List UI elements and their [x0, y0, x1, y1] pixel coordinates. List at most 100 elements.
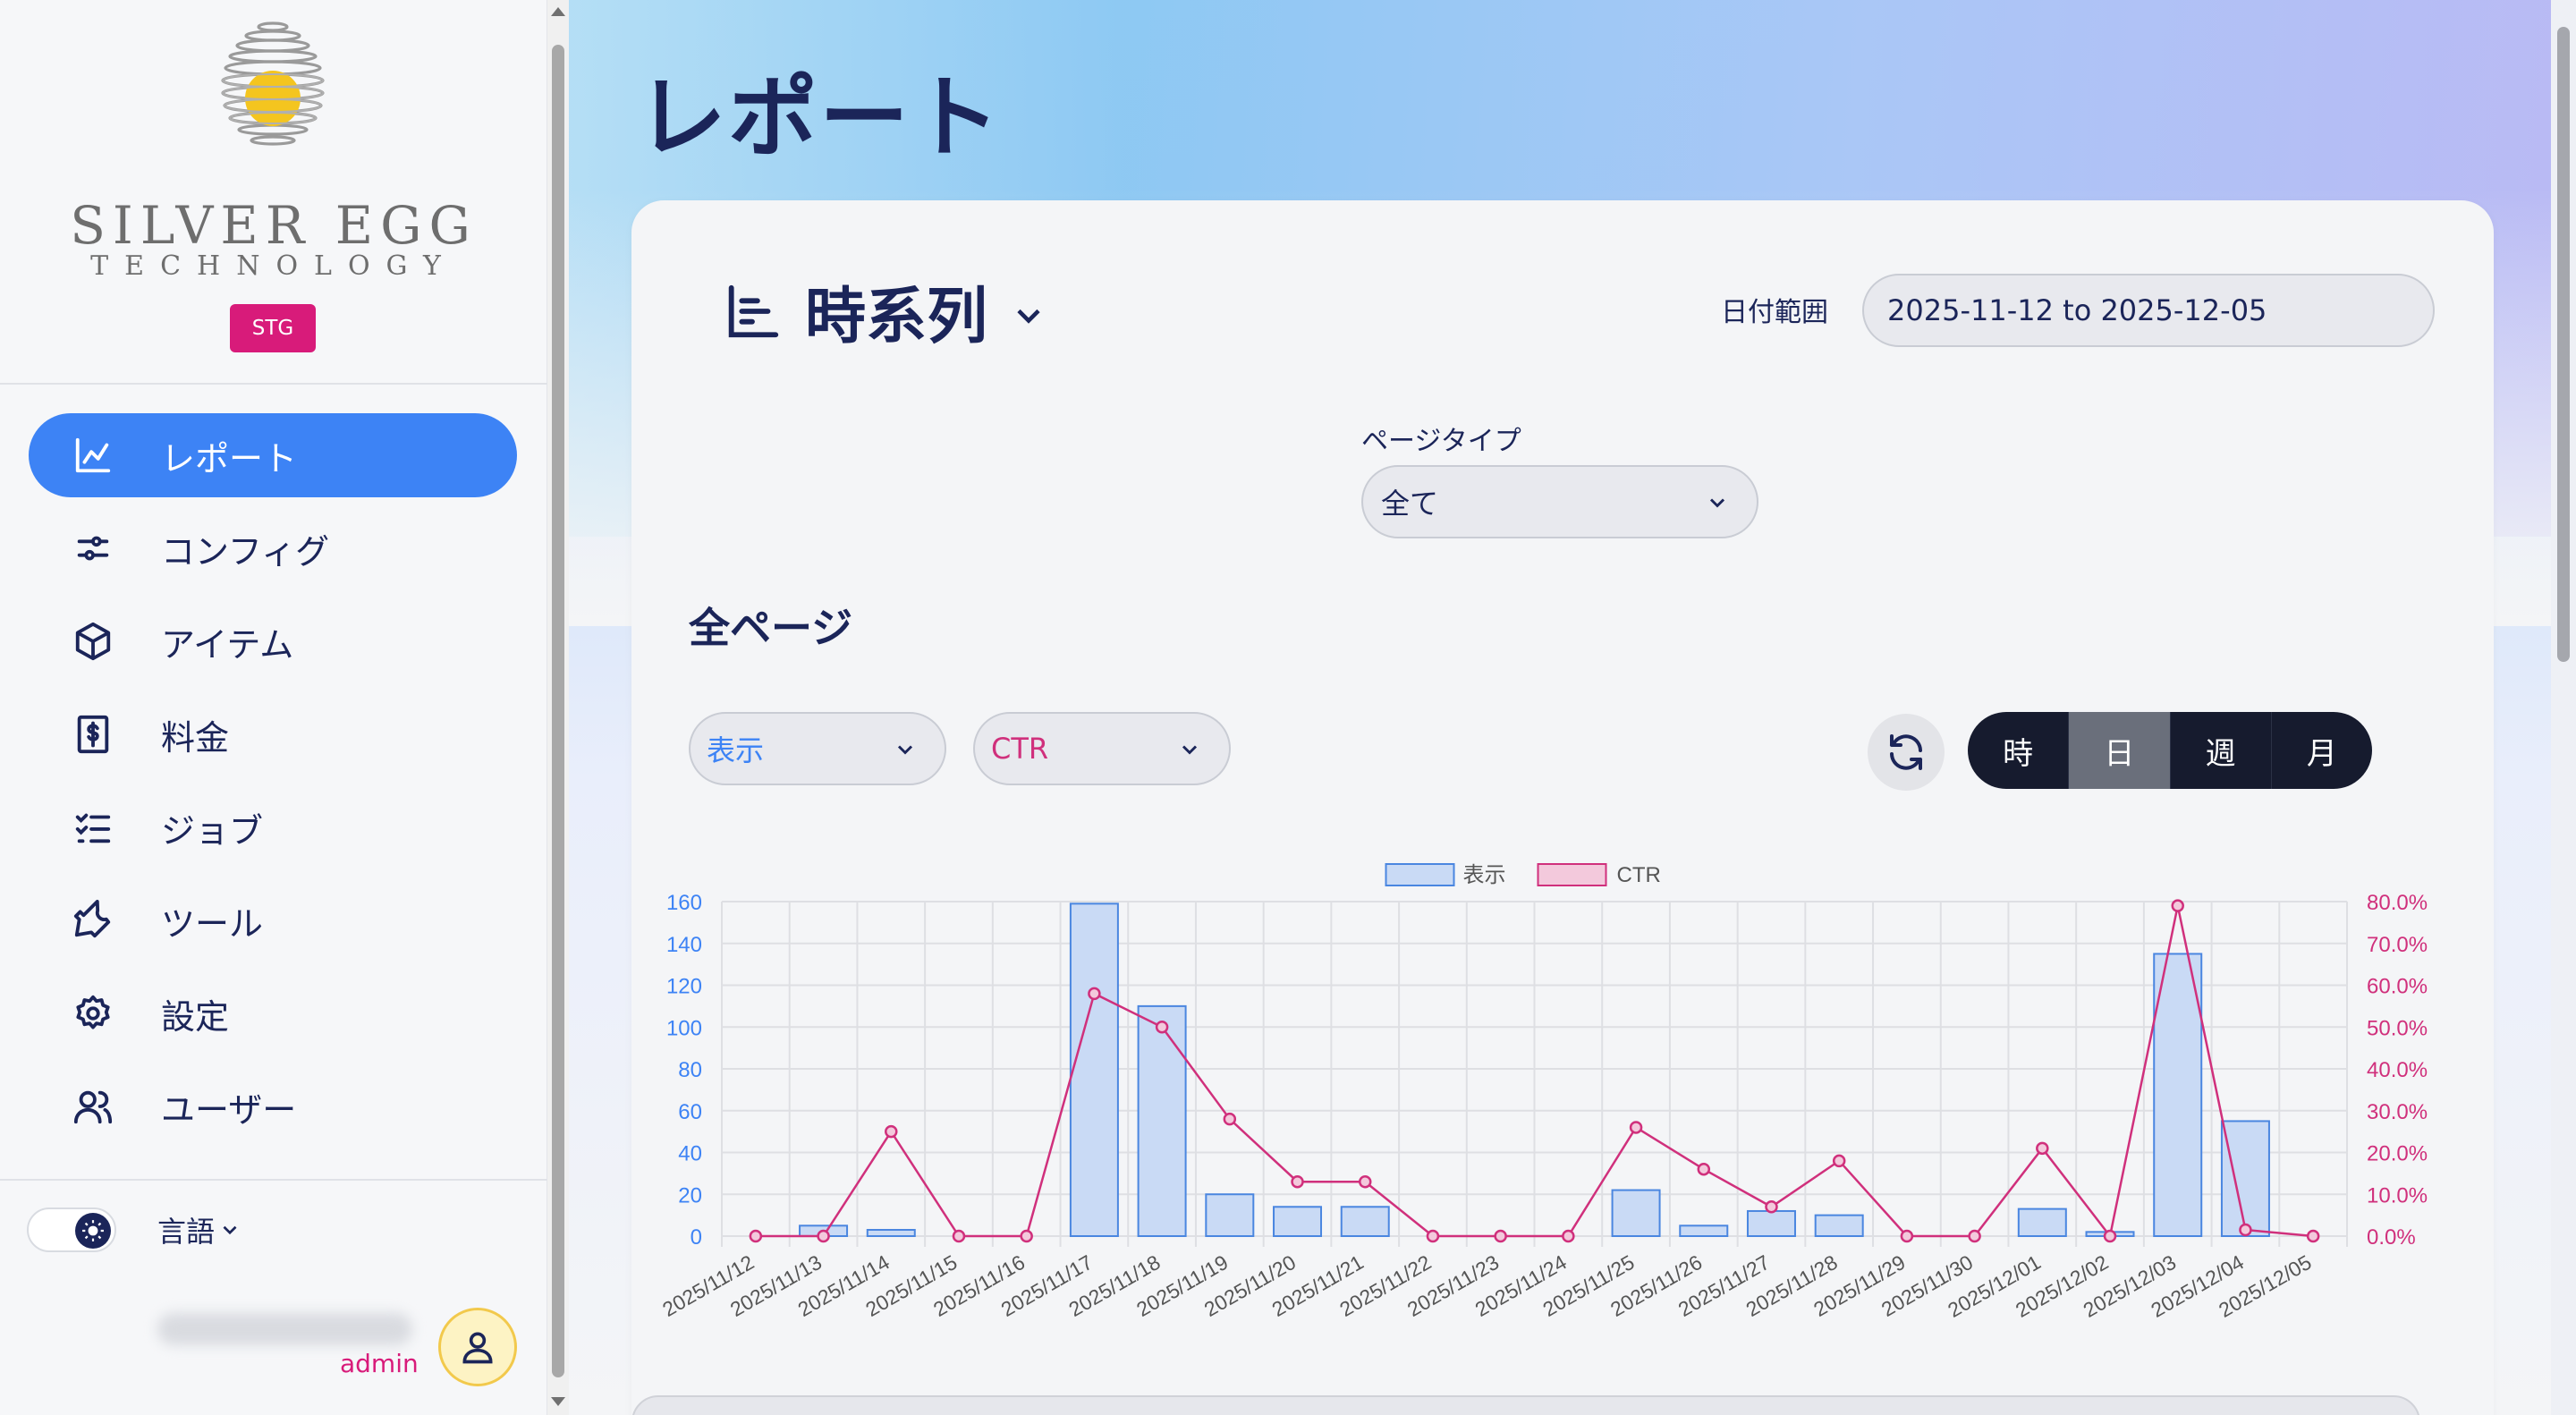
ctr-point — [1494, 1229, 1507, 1243]
silver-egg-logo — [221, 21, 325, 146]
y-right-tick-label: 10.0% — [2367, 1183, 2428, 1207]
y-right-tick-label: 40.0% — [2367, 1058, 2428, 1082]
ctr-point — [952, 1229, 966, 1243]
sun-icon — [82, 1220, 104, 1241]
y-right-tick-label: 30.0% — [2367, 1100, 2428, 1124]
y-left-tick-label: 100 — [666, 1016, 702, 1040]
date-range-label: 日付範囲 — [1721, 297, 1828, 328]
gear-icon — [70, 990, 116, 1037]
refresh-button[interactable] — [1868, 714, 1945, 791]
metric1-select[interactable]: 表示 — [689, 712, 946, 785]
sidebar-item-billing[interactable]: 料金 — [29, 692, 517, 776]
bar — [2017, 1207, 2067, 1237]
y-left-tick-label: 40 — [678, 1142, 702, 1166]
ctr-point — [2306, 1229, 2320, 1243]
chevron-down-icon — [223, 1225, 237, 1235]
section-title: 時系列 — [805, 282, 988, 352]
sidebar-item-items[interactable]: アイテム — [29, 599, 517, 683]
sidebar-item-report[interactable]: レポート — [29, 413, 517, 497]
ctr-point — [2171, 899, 2184, 912]
bar — [2153, 953, 2203, 1237]
sidebar-item-config[interactable]: コンフィグ — [29, 506, 517, 590]
theme-toggle[interactable] — [27, 1207, 116, 1252]
y-left-tick-label: 0 — [691, 1225, 702, 1250]
ctr-point — [2103, 1229, 2117, 1243]
bar — [1340, 1206, 1390, 1237]
wrench-icon — [70, 897, 116, 944]
metric1-value: 表示 — [707, 733, 765, 767]
ctr-point — [1832, 1154, 1846, 1168]
sidebar-scrollbar[interactable] — [547, 0, 569, 1415]
sidebar-item-jobs[interactable]: ジョブ — [29, 785, 517, 869]
sidebar: SILVER EGG TECHNOLOGY STG レポート コンフィグ アイテ… — [0, 0, 547, 1415]
y-right-tick-label: 20.0% — [2367, 1142, 2428, 1166]
scroll-up-arrow[interactable] — [551, 7, 565, 16]
sidebar-item-label: ユーザー — [161, 1089, 297, 1130]
logo-area: SILVER EGG TECHNOLOGY STG — [0, 0, 547, 385]
user-name — [157, 1313, 412, 1345]
y-left-tick-label: 140 — [666, 933, 702, 957]
scroll-down-arrow[interactable] — [551, 1397, 565, 1406]
y-right-tick-label: 60.0% — [2367, 975, 2428, 999]
sidebar-scrollbar-thumb[interactable] — [552, 45, 564, 1377]
view-selector[interactable]: 時系列 — [721, 267, 1048, 355]
avatar[interactable] — [438, 1308, 517, 1386]
ctr-point — [1020, 1229, 1033, 1243]
ctr-point — [1223, 1112, 1237, 1126]
date-range-input[interactable] — [1862, 274, 2435, 347]
y-left-tick-label: 80 — [678, 1058, 702, 1082]
ctr-point — [749, 1229, 763, 1243]
bar — [1746, 1209, 1796, 1238]
page-title: レポート — [637, 65, 1002, 170]
sliders-icon — [70, 525, 116, 572]
timeseries-chart: 0 20 40 60 80 100 120 140 160 0.0% 10.0% 20.0% 30.0%… — [658, 863, 2428, 1322]
chevron-down-icon — [1017, 309, 1040, 324]
granularity-day[interactable]: 日 — [2069, 712, 2171, 789]
chevron-down-icon — [897, 745, 913, 755]
sidebar-item-label: 料金 — [161, 717, 230, 758]
language-selector[interactable]: 言語 — [157, 1209, 242, 1250]
language-label: 言語 — [157, 1215, 216, 1249]
legend-swatch-ctr — [1537, 863, 1607, 886]
bar-list-icon — [728, 284, 779, 337]
page-type-select[interactable]: 全て — [1361, 465, 1758, 538]
ctr-point — [1968, 1229, 1981, 1243]
bar — [1205, 1193, 1255, 1237]
bar — [866, 1228, 916, 1237]
metric2-select[interactable]: CTR — [973, 712, 1231, 785]
logo-text-silver-egg: SILVER EGG — [70, 195, 478, 256]
sidebar-item-users[interactable]: ユーザー — [29, 1064, 517, 1148]
sidebar-item-label: ジョブ — [161, 810, 264, 851]
sidebar-item-settings[interactable]: 設定 — [29, 971, 517, 1055]
chart-icon — [70, 432, 116, 479]
main-content: レポート 時系列 日付範囲 ページタイプ 全て 全ページ 表示 CTR 時 日 — [569, 0, 2551, 1415]
ctr-point — [1900, 1229, 1914, 1243]
granularity-month[interactable]: 月 — [2272, 712, 2372, 789]
bar — [1679, 1224, 1729, 1237]
page-scrollbar-thumb[interactable] — [2557, 27, 2570, 662]
sidebar-item-label: コンフィグ — [161, 531, 330, 572]
sidebar-item-tools[interactable]: ツール — [29, 878, 517, 962]
bar — [1814, 1214, 1864, 1237]
granularity-week[interactable]: 週 — [2171, 712, 2272, 789]
report-card: 時系列 日付範囲 ページタイプ 全て 全ページ 表示 CTR 時 日 週 月 0 — [631, 200, 2494, 1415]
ctr-point — [2036, 1141, 2049, 1156]
legend-label-impressions: 表示 — [1463, 863, 1506, 887]
ctr-point — [1358, 1174, 1372, 1189]
cube-icon — [70, 618, 116, 665]
sidebar-item-label: アイテム — [161, 624, 294, 665]
ctr-point — [2239, 1223, 2252, 1237]
ctr-point — [817, 1229, 830, 1243]
chevron-down-icon — [1709, 498, 1725, 508]
page-type-value: 全て — [1381, 487, 1439, 521]
y-left-tick-label: 120 — [666, 975, 702, 999]
ctr-point — [1426, 1229, 1440, 1243]
invoice-icon — [70, 711, 116, 758]
page-type-label: ページタイプ — [1361, 426, 1521, 457]
y-right-tick-label: 0.0% — [2367, 1225, 2416, 1250]
granularity-hour[interactable]: 時 — [1968, 712, 2070, 789]
bar — [1611, 1189, 1661, 1238]
sidebar-item-label: レポート — [161, 438, 298, 479]
bar — [1273, 1206, 1323, 1237]
page-scrollbar[interactable] — [2551, 0, 2576, 1415]
